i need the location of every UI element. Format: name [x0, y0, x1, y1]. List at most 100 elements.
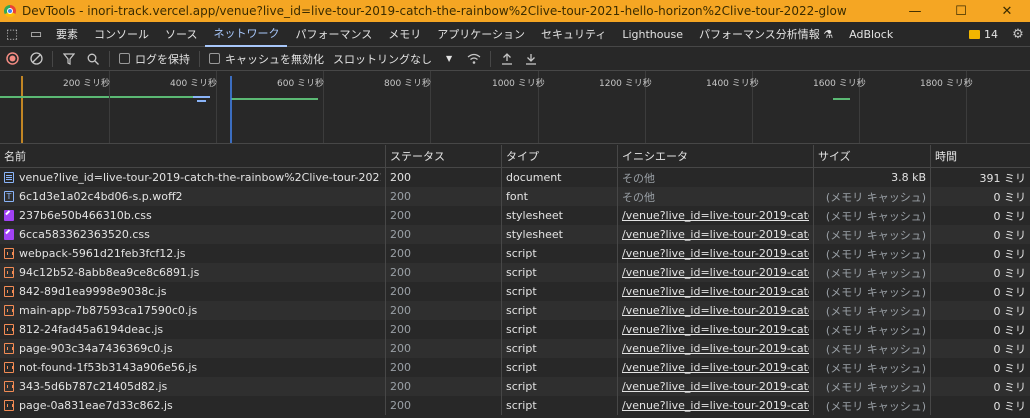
name-cell[interactable]: 94c12b52-8abb8ea9ce8c6891.js [0, 263, 386, 282]
column-header-size[interactable]: サイズ [814, 145, 931, 167]
tab-6[interactable]: アプリケーション [429, 22, 533, 47]
initiator-cell[interactable]: /venue?live_id=live-tour-2019-catch-the [618, 320, 814, 339]
initiator-link[interactable]: /venue?live_id=live-tour-2019-catch-the [622, 266, 809, 279]
initiator-cell[interactable]: /venue?live_id=live-tour-2019-catch-the [618, 263, 814, 282]
table-row[interactable]: 237b6e50b466310b.css 200 stylesheet/venue?… [0, 206, 1030, 225]
initiator-link[interactable]: /venue?live_id=live-tour-2019-catch-the [622, 399, 809, 412]
initiator-cell[interactable]: /venue?live_id=live-tour-2019-catch-the [618, 339, 814, 358]
inspect-element-icon[interactable]: ⬚ [0, 22, 24, 47]
import-har-button[interactable] [495, 47, 519, 71]
throttling-select[interactable]: スロットリングなし ▼ [329, 51, 456, 67]
tab-3[interactable]: ネットワーク [205, 22, 288, 47]
type-cell: font [502, 187, 618, 206]
table-row[interactable]: page-0a831eae7d33c862.js 200 script/venue?… [0, 396, 1030, 415]
initiator-link[interactable]: /venue?live_id=live-tour-2019-catch-the [622, 342, 809, 355]
record-button[interactable] [0, 47, 24, 71]
status-cell: 200 [386, 187, 502, 206]
tab-1[interactable]: コンソール [86, 22, 157, 47]
table-row[interactable]: 812-24fad45a6194deac.js 200 script/venue?l… [0, 320, 1030, 339]
timeline-tick-label: 200 ミリ秒 [63, 79, 111, 89]
column-header-status[interactable]: ステータス [386, 145, 502, 167]
initiator-cell[interactable]: /venue?live_id=live-tour-2019-catch-the [618, 396, 814, 415]
maximize-icon[interactable]: ☐ [938, 0, 984, 22]
request-name: 6c1d3e1a02c4bd06-s.p.woff2 [19, 190, 183, 203]
column-header-time[interactable]: 時間 [931, 145, 1030, 167]
checkbox-box[interactable] [119, 53, 130, 64]
name-cell[interactable]: venue?live_id=live-tour-2019-catch-the-r… [0, 168, 386, 187]
initiator-cell[interactable]: /venue?live_id=live-tour-2019-catch-the [618, 282, 814, 301]
table-header: 名前 ステータス タイプ イニシエータ サイズ 時間 [0, 145, 1030, 168]
issues-counter[interactable]: 14 [961, 28, 1006, 41]
tab-4[interactable]: パフォーマンス [287, 22, 380, 47]
search-button[interactable] [81, 47, 105, 71]
initiator-link[interactable]: /venue?live_id=live-tour-2019-catch-the [622, 285, 809, 298]
initiator-link[interactable]: /venue?live_id=live-tour-2019-catch-the [622, 380, 809, 393]
download-icon [526, 53, 537, 65]
name-cell[interactable]: webpack-5961d21feb3fcf12.js [0, 244, 386, 263]
checkbox-box[interactable] [209, 53, 220, 64]
status-cell: 200 [386, 301, 502, 320]
name-cell[interactable]: not-found-1f53b3143a906e56.js [0, 358, 386, 377]
tab-8[interactable]: Lighthouse [614, 22, 691, 47]
initiator-link[interactable]: /venue?live_id=live-tour-2019-catch-the [622, 304, 809, 317]
initiator-link[interactable]: /venue?live_id=live-tour-2019-catch-the [622, 247, 809, 260]
name-cell[interactable]: 343-5d6b787c21405d82.js [0, 377, 386, 396]
table-row[interactable]: main-app-7b87593ca17590c0.js 200 script/ve… [0, 301, 1030, 320]
name-cell[interactable]: 842-89d1ea9998e9038c.js [0, 282, 386, 301]
table-row[interactable]: venue?live_id=live-tour-2019-catch-the-r… [0, 168, 1030, 187]
export-har-button[interactable] [519, 47, 543, 71]
tab-2[interactable]: ソース [157, 22, 205, 47]
initiator-cell[interactable]: /venue?live_id=live-tour-2019-catch-the [618, 244, 814, 263]
name-cell[interactable]: page-903c34a7436369c0.js [0, 339, 386, 358]
tab-10[interactable]: AdBlock [841, 22, 901, 47]
initiator-cell[interactable]: /venue?live_id=live-tour-2019-catch-the [618, 301, 814, 320]
disable-cache-checkbox[interactable]: キャッシュを無効化 [204, 51, 329, 67]
minimize-icon[interactable]: — [892, 0, 938, 22]
timeline-tick-label: 1400 ミリ秒 [706, 79, 759, 89]
table-row[interactable]: not-found-1f53b3143a906e56.js 200 script/v… [0, 358, 1030, 377]
preserve-log-checkbox[interactable]: ログを保持 [114, 51, 195, 67]
initiator-cell: その他 [618, 187, 814, 206]
settings-gear-icon[interactable]: ⚙ [1006, 22, 1030, 47]
initiator-link[interactable]: /venue?live_id=live-tour-2019-catch-the [622, 323, 809, 336]
tab-0[interactable]: 要素 [48, 22, 86, 47]
initiator-link[interactable]: /venue?live_id=live-tour-2019-catch-the [622, 361, 809, 374]
table-row[interactable]: 343-5d6b787c21405d82.js 200 script/venue?l… [0, 377, 1030, 396]
column-header-name[interactable]: 名前 [0, 145, 386, 167]
name-cell[interactable]: 812-24fad45a6194deac.js [0, 320, 386, 339]
device-toolbar-icon[interactable]: ▭ [24, 22, 48, 47]
initiator-cell[interactable]: /venue?live_id=live-tour-2019-catch-the [618, 377, 814, 396]
table-row[interactable]: 842-89d1ea9998e9038c.js 200 script/venue?l… [0, 282, 1030, 301]
name-cell[interactable]: page-0a831eae7d33c862.js [0, 396, 386, 415]
name-cell[interactable]: T 6c1d3e1a02c4bd06-s.p.woff2 [0, 187, 386, 206]
network-overview-timeline[interactable]: 200 ミリ秒 400 ミリ秒 600 ミリ秒 800 ミリ秒 1000 ミリ秒 1200… [0, 71, 1030, 144]
type-cell: stylesheet [502, 225, 618, 244]
initiator-link[interactable]: /venue?live_id=live-tour-2019-catch-the [622, 228, 809, 241]
column-header-type[interactable]: タイプ [502, 145, 618, 167]
table-row[interactable]: 6cca583362363520.css 200 stylesheet/venue?… [0, 225, 1030, 244]
tab-7[interactable]: セキュリティ [533, 22, 614, 47]
tab-5[interactable]: メモリ [380, 22, 429, 47]
name-cell[interactable]: main-app-7b87593ca17590c0.js [0, 301, 386, 320]
initiator-cell[interactable]: /venue?live_id=live-tour-2019-catch-the [618, 206, 814, 225]
table-row[interactable]: 94c12b52-8abb8ea9ce8c6891.js 200 script/ve… [0, 263, 1030, 282]
status-cell: 200 [386, 396, 502, 415]
tab-9[interactable]: パフォーマンス分析情報 ⚗ [691, 22, 841, 47]
table-row[interactable]: T 6c1d3e1a02c4bd06-s.p.woff2 200 font その他 (メモ… [0, 187, 1030, 206]
initiator-cell[interactable]: /venue?live_id=live-tour-2019-catch-the [618, 358, 814, 377]
font-icon: T [4, 191, 14, 202]
close-window-icon[interactable]: ✕ [984, 0, 1030, 22]
initiator-cell[interactable]: /venue?live_id=live-tour-2019-catch-the [618, 225, 814, 244]
document-icon [4, 172, 14, 183]
name-cell[interactable]: 237b6e50b466310b.css [0, 206, 386, 225]
table-row[interactable]: page-903c34a7436369c0.js 200 script/venue?… [0, 339, 1030, 358]
column-header-initiator[interactable]: イニシエータ [618, 145, 814, 167]
initiator-link[interactable]: /venue?live_id=live-tour-2019-catch-the [622, 209, 809, 222]
clear-button[interactable] [24, 47, 48, 71]
filter-button[interactable] [57, 47, 81, 71]
name-cell[interactable]: 6cca583362363520.css [0, 225, 386, 244]
network-conditions-button[interactable] [462, 47, 486, 71]
request-name: 6cca583362363520.css [19, 228, 150, 241]
window-titlebar: DevTools - inori-track.vercel.app/venue?… [0, 0, 1030, 22]
table-row[interactable]: webpack-5961d21feb3fcf12.js 200 script/ven… [0, 244, 1030, 263]
